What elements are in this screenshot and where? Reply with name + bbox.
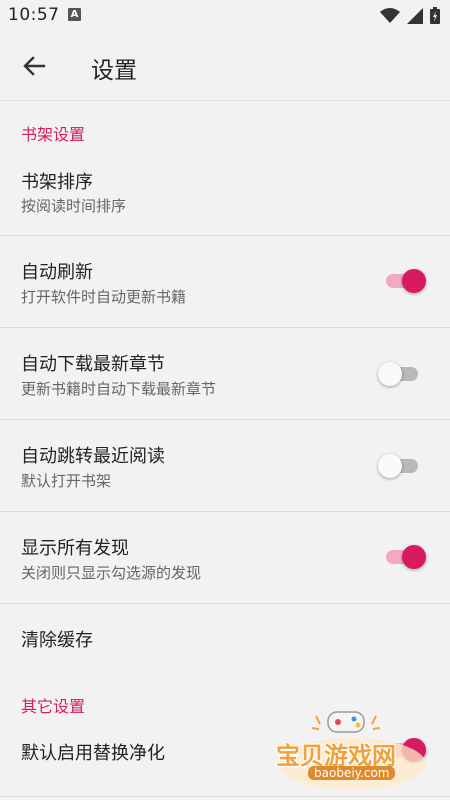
section-header-bookshelf: 书架设置 xyxy=(21,125,86,144)
auto-download-switch[interactable] xyxy=(378,359,426,389)
watermark-url: baobeiy.com xyxy=(308,766,396,780)
status-bar: 10:57 A xyxy=(0,0,450,32)
pref-auto-download[interactable]: 自动下载最新章节 更新书籍时自动下载最新章节 xyxy=(0,328,450,419)
pref-title: 显示所有发现 xyxy=(21,538,129,559)
arrow-back-icon xyxy=(23,56,46,76)
status-icons xyxy=(380,7,440,24)
pref-summary: 打开软件时自动更新书籍 xyxy=(21,288,187,306)
switch-thumb xyxy=(402,269,426,293)
divider xyxy=(0,796,450,797)
pref-bookshelf-sort[interactable]: 书架排序 按阅读时间排序 xyxy=(0,151,450,235)
app-bar: 设置 xyxy=(0,32,450,101)
page-title: 设置 xyxy=(91,58,137,84)
pref-summary: 更新书籍时自动下载最新章节 xyxy=(21,380,217,398)
cellular-signal-icon xyxy=(407,7,423,24)
watermark-logo: 宝贝游戏网 baobeiy.com xyxy=(272,706,428,796)
battery-icon xyxy=(430,7,440,24)
switch-thumb xyxy=(378,454,402,478)
pref-title: 自动刷新 xyxy=(21,262,93,283)
pref-title: 书架排序 xyxy=(21,172,93,193)
auto-jump-switch[interactable] xyxy=(378,451,426,481)
pref-title: 清除缓存 xyxy=(21,630,93,651)
pref-auto-jump[interactable]: 自动跳转最近阅读 默认打开书架 xyxy=(0,420,450,511)
status-time: 10:57 xyxy=(8,5,60,25)
notification-icon: A xyxy=(68,8,81,21)
pref-title: 自动跳转最近阅读 xyxy=(21,446,165,467)
pref-summary: 默认打开书架 xyxy=(21,472,112,490)
pref-title: 自动下载最新章节 xyxy=(21,354,165,375)
auto-refresh-switch[interactable] xyxy=(384,266,426,296)
pref-show-all-discover[interactable]: 显示所有发现 关闭则只显示勾选源的发现 xyxy=(0,512,450,603)
settings-list[interactable]: 书架设置 书架排序 按阅读时间排序 自动刷新 打开软件时自动更新书籍 自动下载最… xyxy=(0,101,450,800)
pref-summary: 关闭则只显示勾选源的发现 xyxy=(21,564,202,582)
section-header-other: 其它设置 xyxy=(21,697,86,716)
back-button[interactable] xyxy=(18,50,50,82)
switch-thumb xyxy=(378,362,402,386)
pref-clear-cache[interactable]: 清除缓存 xyxy=(0,604,450,670)
switch-thumb xyxy=(402,545,426,569)
show-all-discover-switch[interactable] xyxy=(384,542,426,572)
pref-auto-refresh[interactable]: 自动刷新 打开软件时自动更新书籍 xyxy=(0,236,450,327)
pref-summary: 按阅读时间排序 xyxy=(21,197,127,215)
pref-title: 默认启用替换净化 xyxy=(21,743,165,764)
wifi-icon xyxy=(380,7,400,23)
